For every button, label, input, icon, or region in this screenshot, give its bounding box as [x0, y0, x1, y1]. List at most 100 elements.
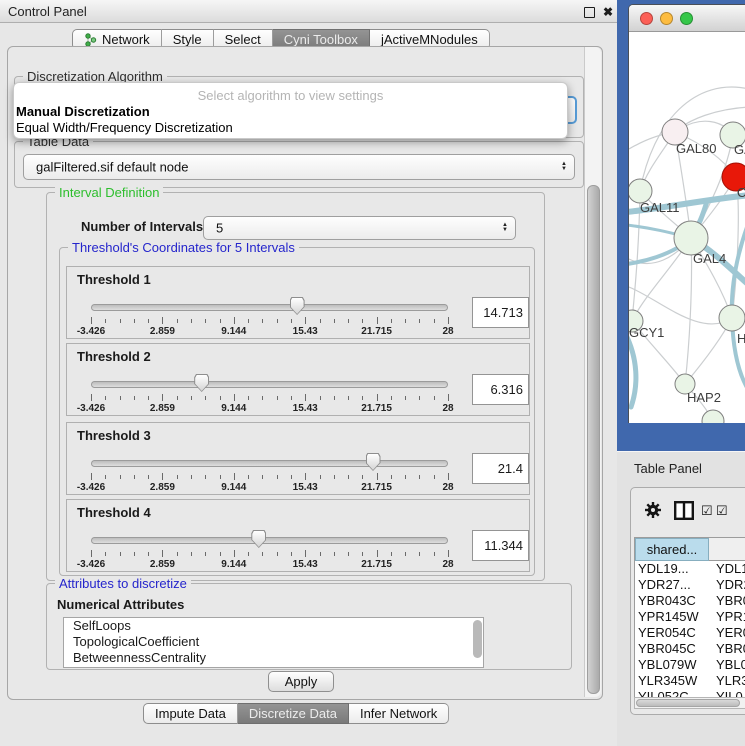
threshold-value-field[interactable]: 11.344 — [472, 530, 529, 561]
slider-track[interactable] — [91, 537, 448, 544]
table-row[interactable]: YER054CYER0 — [635, 625, 745, 641]
table-row[interactable]: YDL19...YDL1 — [635, 561, 745, 577]
tab-impute-data[interactable]: Impute Data — [143, 703, 238, 724]
network-node[interactable] — [719, 305, 745, 331]
float-icon[interactable] — [584, 7, 595, 18]
tick-label: -3.426 — [77, 559, 105, 570]
minimize-traffic-light[interactable] — [660, 12, 673, 25]
cell-shared-name[interactable]: YBR043C — [635, 593, 709, 609]
tick-mark — [91, 394, 92, 401]
checkbox-icon[interactable]: ☑ — [701, 503, 713, 519]
checkbox-icon[interactable]: ☑ — [716, 503, 728, 519]
cell-name[interactable]: YLR3 — [709, 673, 745, 689]
cell-shared-name[interactable]: YPR145W — [635, 609, 709, 625]
node-attribute-table[interactable]: shared...naYDL19...YDL1YDR27...YDR2YBR04… — [634, 537, 745, 699]
table-data-combobox[interactable]: galFiltered.sif default node ▲▼ — [23, 154, 575, 180]
attribute-item[interactable]: TopologicalCoefficient — [64, 634, 483, 650]
tab-discretize-data[interactable]: Discretize Data — [238, 703, 349, 724]
tick-label: -3.426 — [77, 482, 105, 493]
network-node[interactable] — [674, 221, 708, 255]
slider-ticks — [91, 317, 448, 325]
dropdown-item[interactable]: Manual Discretization — [14, 104, 567, 120]
cell-name[interactable]: YDR2 — [709, 577, 745, 593]
tick-mark — [91, 317, 92, 324]
table-hscrollbar-thumb[interactable] — [636, 699, 740, 707]
threshold-slider[interactable]: -3.4262.8599.14415.4321.71528 — [91, 528, 448, 568]
cell-shared-name[interactable]: YER054C — [635, 625, 709, 641]
table-row[interactable]: YBR045CYBR0 — [635, 641, 745, 657]
table-row[interactable]: YLR345WYLR3 — [635, 673, 745, 689]
slider-track[interactable] — [91, 381, 448, 388]
tick-mark — [162, 394, 163, 401]
threshold-slider[interactable]: -3.4262.8599.14415.4321.71528 — [91, 295, 448, 335]
close-traffic-light[interactable] — [640, 12, 653, 25]
cell-name[interactable]: YER0 — [709, 625, 745, 641]
tick-mark — [362, 396, 363, 400]
zoom-traffic-light[interactable] — [680, 12, 693, 25]
attribute-item[interactable]: BetweennessCentrality — [64, 650, 483, 666]
tick-mark — [234, 550, 235, 557]
threshold-slider[interactable]: -3.4262.8599.14415.4321.71528 — [91, 451, 448, 491]
threshold-value-field[interactable]: 21.4 — [472, 453, 529, 484]
tick-mark — [277, 475, 278, 479]
table-row[interactable]: YPR145WYPR1 — [635, 609, 745, 625]
threshold-value-field[interactable]: 6.316 — [472, 374, 529, 405]
cell-name[interactable]: YBL0 — [709, 657, 745, 673]
network-node-label: GAL11 — [640, 200, 680, 215]
apply-button[interactable]: Apply — [268, 671, 334, 692]
threshold-value-field[interactable]: 14.713 — [472, 297, 529, 328]
tick-mark — [434, 319, 435, 323]
table-data-value: galFiltered.sif default node — [36, 160, 188, 175]
control-panel: Control Panel ✖ NetworkStyleSelectCyni T… — [0, 0, 617, 745]
attribute-item[interactable]: SelfLoops — [64, 618, 483, 634]
tick-mark — [348, 552, 349, 556]
close-icon[interactable]: ✖ — [603, 5, 613, 19]
threshold-slider[interactable]: -3.4262.8599.14415.4321.71528 — [91, 372, 448, 412]
tick-mark — [177, 475, 178, 479]
column-header-shared-name[interactable]: shared... — [635, 538, 709, 561]
numerical-attributes-list[interactable]: SelfLoopsTopologicalCoefficientBetweenne… — [63, 617, 484, 668]
table-row[interactable]: YBR043CYBR0 — [635, 593, 745, 609]
table-hscrollbar[interactable] — [634, 697, 745, 709]
cell-name[interactable]: YBR0 — [709, 593, 745, 609]
network-window[interactable]: GAL80GACGAL11GAL4GCY1HHAP2 — [617, 0, 745, 451]
tick-label: 2.859 — [150, 559, 175, 570]
table-row[interactable]: YDR27...YDR2 — [635, 577, 745, 593]
slider-thumb[interactable] — [251, 530, 266, 548]
panel-scrollbar[interactable] — [584, 47, 601, 697]
slider-ticks — [91, 394, 448, 402]
cell-name[interactable]: YBR0 — [709, 641, 745, 657]
cell-shared-name[interactable]: YDL19... — [635, 561, 709, 577]
tick-mark — [391, 396, 392, 400]
tick-mark — [148, 552, 149, 556]
slider-track[interactable] — [91, 304, 448, 311]
cell-shared-name[interactable]: YBR045C — [635, 641, 709, 657]
panel-scrollbar-thumb[interactable] — [587, 185, 600, 694]
cell-shared-name[interactable]: YLR345W — [635, 673, 709, 689]
list-scrollbar-thumb[interactable] — [473, 620, 482, 658]
number-of-intervals-combobox[interactable]: 5 ▲▼ — [203, 216, 516, 240]
threshold-label: Threshold 1 — [77, 272, 151, 287]
gear-icon[interactable] — [644, 501, 662, 522]
tick-mark — [148, 396, 149, 400]
threshold-label: Threshold 4 — [77, 505, 151, 520]
column-header-name[interactable]: na — [709, 538, 745, 561]
network-node[interactable] — [702, 410, 724, 423]
table-row[interactable]: YBL079WYBL0 — [635, 657, 745, 673]
tab-infer-network[interactable]: Infer Network — [349, 703, 449, 724]
tick-mark — [348, 319, 349, 323]
slider-thumb[interactable] — [290, 297, 305, 315]
slider-thumb[interactable] — [366, 453, 381, 471]
cell-name[interactable]: YDL1 — [709, 561, 745, 577]
slider-thumb[interactable] — [194, 374, 209, 392]
tick-mark — [419, 552, 420, 556]
slider-track[interactable] — [91, 460, 448, 467]
cell-shared-name[interactable]: YBL079W — [635, 657, 709, 673]
cell-shared-name[interactable]: YDR27... — [635, 577, 709, 593]
split-columns-icon[interactable] — [674, 501, 694, 523]
dropdown-item[interactable]: Equal Width/Frequency Discretization — [14, 120, 567, 136]
tick-mark — [320, 475, 321, 479]
cell-name[interactable]: YPR1 — [709, 609, 745, 625]
threshold-label: Threshold 3 — [77, 428, 151, 443]
network-canvas[interactable]: GAL80GACGAL11GAL4GCY1HHAP2 — [629, 32, 745, 423]
